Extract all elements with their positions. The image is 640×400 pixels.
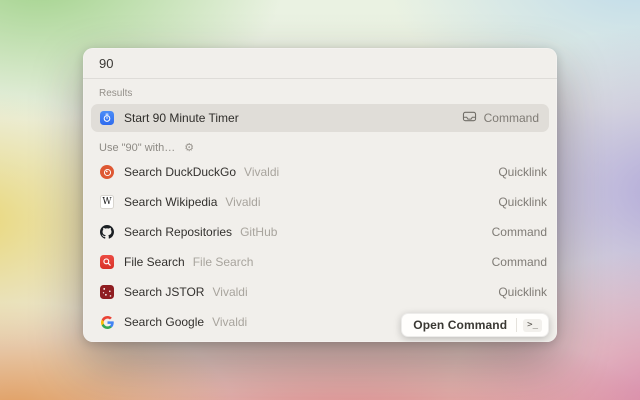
github-icon [100, 225, 114, 239]
selected-result-row[interactable]: Start 90 Minute Timer Command [91, 104, 549, 132]
result-row[interactable]: W Search Wikipedia Vivaldi Quicklink [83, 187, 557, 217]
result-type: Command [462, 110, 539, 126]
gear-icon[interactable]: ⚙ [184, 143, 194, 154]
timer-icon [100, 111, 114, 125]
result-type-label: Quicklink [498, 165, 547, 179]
result-row[interactable]: File Search File Search Command [83, 247, 557, 277]
use-with-header: Use "90" with… ⚙ [99, 142, 541, 154]
result-subtitle: Vivaldi [212, 315, 247, 329]
results-header: Results [99, 88, 541, 99]
open-command-button[interactable]: Open Command >_ [401, 313, 549, 337]
open-command-label: Open Command [413, 318, 507, 332]
result-title: Search JSTOR [124, 285, 204, 299]
result-type-label: Quicklink [498, 195, 547, 209]
result-type-label: Command [492, 255, 547, 269]
result-subtitle: Vivaldi [225, 195, 260, 209]
file-search-icon [100, 255, 114, 269]
result-row[interactable]: Search JSTOR Vivaldi Quicklink [83, 277, 557, 307]
result-title: Start 90 Minute Timer [124, 111, 239, 125]
google-icon [100, 315, 114, 329]
result-subtitle: File Search [193, 255, 254, 269]
tray-icon [462, 110, 477, 126]
duckduckgo-icon [100, 165, 114, 179]
result-row[interactable]: Search DuckDuckGo Vivaldi Quicklink [83, 157, 557, 187]
wikipedia-icon: W [100, 195, 114, 209]
button-divider [516, 318, 517, 332]
result-title: File Search [124, 255, 185, 269]
result-type-label: Command [492, 225, 547, 239]
jstor-icon [100, 285, 114, 299]
result-title: Search DuckDuckGo [124, 165, 236, 179]
result-row[interactable]: Search Repositories GitHub Command [83, 217, 557, 247]
result-subtitle: GitHub [240, 225, 277, 239]
result-title: Search Repositories [124, 225, 232, 239]
launcher-window: Results Start 90 Minute Timer Command [83, 48, 557, 342]
return-key-icon: >_ [523, 319, 542, 332]
result-type-label: Command [484, 111, 539, 125]
result-title: Search Google [124, 315, 204, 329]
use-with-label: Use "90" with… [99, 142, 175, 154]
result-type-label: Quicklink [498, 285, 547, 299]
search-bar [83, 48, 557, 79]
result-subtitle: Vivaldi [212, 285, 247, 299]
search-input[interactable] [83, 56, 557, 71]
result-subtitle: Vivaldi [244, 165, 279, 179]
result-title: Search Wikipedia [124, 195, 217, 209]
